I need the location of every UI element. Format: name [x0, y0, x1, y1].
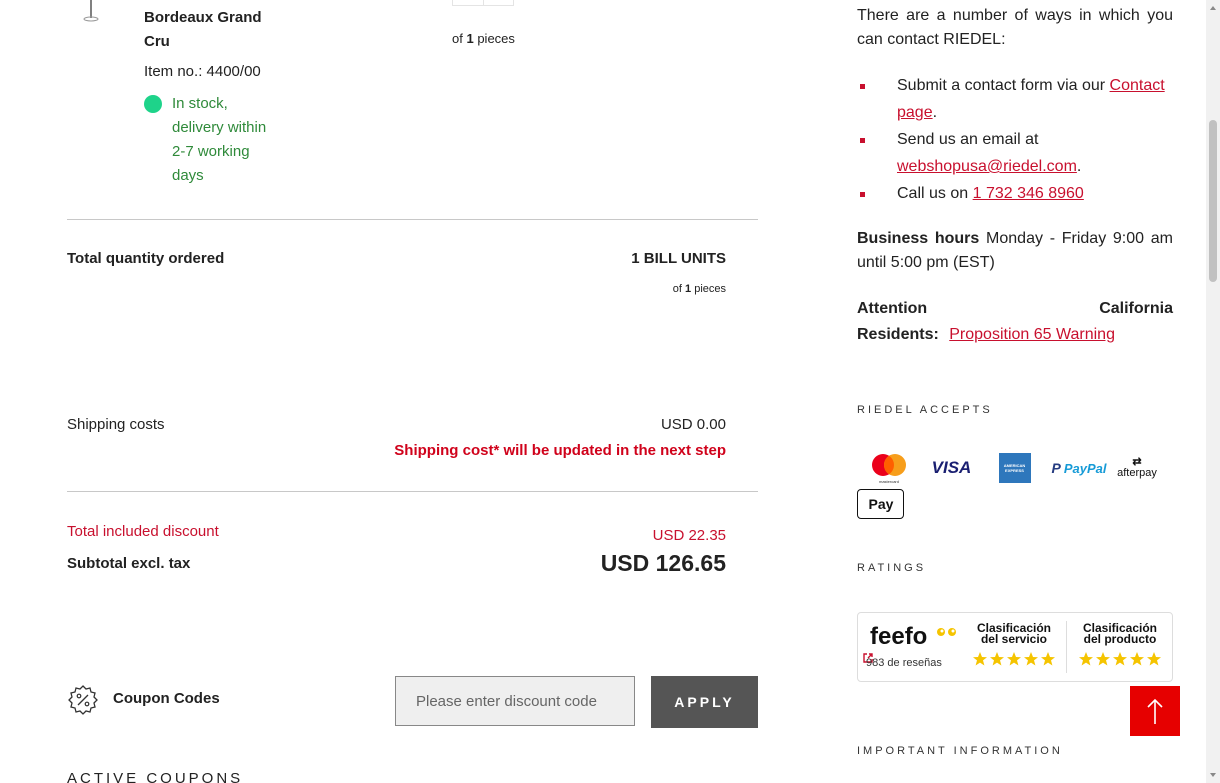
contact-intro: There are a number of ways in which you … [857, 7, 1173, 48]
product-line2: del producto [1083, 632, 1157, 646]
feefo-logo: feefo [870, 623, 928, 650]
tq-pieces-count: 1 [685, 283, 692, 295]
business-hours-label: Business hours [857, 230, 980, 247]
payment-logos: mastercard VISA AMERICAN EXPRESS P PayPa… [857, 448, 1177, 488]
business-hours: Business hours Monday - Friday 9:00 am u… [857, 227, 1173, 275]
scroll-down-arrow-icon[interactable] [1209, 771, 1217, 779]
stock-status-text: In stock, delivery within 2-7 working da… [172, 95, 267, 184]
contact-form-text: Submit a contact form via our [897, 77, 1106, 94]
star-icon [990, 652, 1004, 666]
shipping-value: USD 0.00 [660, 416, 726, 433]
afterpay-arrows-icon: ⇄ [1132, 456, 1142, 468]
shipping-note: Shipping cost* will be updated in the ne… [394, 442, 726, 459]
contact-item-phone: Call us on 1 732 346 8960 [857, 180, 1173, 207]
contact-item-email: Send us an email at webshopusa@riedel.co… [857, 126, 1173, 180]
attention-word: Attention [857, 300, 928, 317]
paypal-logo: P PayPal [1046, 448, 1112, 488]
apply-coupon-button[interactable]: APPLY [651, 676, 758, 728]
feefo-rating-widget[interactable]: feefo 983 de reseñas Clasificación del s… [857, 612, 1173, 682]
contact-item-form: Submit a contact form via our Contact pa… [857, 72, 1173, 126]
wine-glass-image [83, 0, 99, 22]
visa-logo: VISA [920, 448, 983, 488]
pieces-prefix: of [452, 31, 463, 46]
star-icon [1130, 652, 1144, 666]
quantity-stepper[interactable] [452, 0, 514, 6]
feefo-eyes-icon [937, 628, 956, 636]
arrow-up-icon [1147, 698, 1163, 724]
tq-pieces-prefix: of [672, 283, 682, 295]
star-icon [1113, 652, 1127, 666]
discount-value: USD 22.35 [652, 527, 726, 544]
accepts-title: RIEDEL ACCEPTS [857, 404, 993, 416]
active-coupons-title: ACTIVE COUPONS [67, 770, 244, 783]
california-word: California [1099, 300, 1173, 317]
scroll-to-top-button[interactable] [1130, 686, 1180, 736]
tq-pieces-suffix: pieces [694, 283, 726, 295]
star-icon [1096, 652, 1110, 666]
afterpay-text: afterpay [1117, 467, 1157, 479]
product-rating-label: Clasificación del producto [1070, 622, 1170, 646]
service-stars [964, 651, 1064, 667]
email-link[interactable]: webshopusa@riedel.com [897, 158, 1077, 175]
product-name[interactable]: Bordeaux Grand Cru [144, 0, 284, 54]
contact-email-suffix: . [1076, 158, 1082, 175]
star-icon [1079, 652, 1093, 666]
mastercard-logo: mastercard [857, 448, 920, 488]
paypal-text: PayPal [1063, 460, 1107, 476]
product-name-line1: Bordeaux Grand [144, 9, 262, 26]
star-icon [1024, 652, 1038, 666]
star-icon [973, 652, 987, 666]
coupon-percent-icon [68, 685, 98, 715]
california-notice: Attention California Residents: Proposit… [857, 296, 1173, 348]
contact-phone-text: Call us on [897, 185, 969, 202]
total-quantity-pieces: of 1 pieces [673, 283, 726, 295]
subtotal-label: Subtotal excl. tax [67, 555, 191, 572]
service-rating-label: Clasificación del servicio [964, 622, 1064, 646]
star-icon [1007, 652, 1021, 666]
residents-label: Residents: [857, 326, 939, 343]
product-stars [1070, 651, 1170, 667]
scroll-up-arrow-icon[interactable] [1209, 4, 1217, 12]
prop65-link[interactable]: Proposition 65 Warning [949, 326, 1115, 343]
visa-text: VISA [931, 458, 972, 477]
shipping-label: Shipping costs [67, 416, 165, 433]
paypal-p-icon: P [1051, 460, 1061, 476]
discount-code-input[interactable] [395, 676, 635, 726]
coupon-codes-label: Coupon Codes [113, 690, 220, 707]
ratings-title: RATINGS [857, 562, 927, 574]
scrollbar-thumb[interactable] [1209, 120, 1217, 282]
applepay-logo: Pay [857, 489, 904, 519]
divider [1066, 621, 1067, 673]
phone-link[interactable]: 1 732 346 8960 [973, 185, 1084, 202]
star-icon [1147, 652, 1161, 666]
review-count: 983 de reseñas [866, 657, 942, 669]
applepay-text: Pay [868, 496, 894, 512]
item-number: Item no.: 4400/00 [144, 63, 261, 80]
stock-status-icon [144, 95, 162, 113]
subtotal-value: USD 126.65 [600, 550, 726, 576]
amex-text: AMERICAN EXPRESS [1003, 463, 1026, 473]
contact-form-suffix: . [932, 104, 938, 121]
contact-list: Submit a contact form via our Contact pa… [857, 72, 1173, 207]
divider [67, 491, 758, 492]
product-name-line2: Cru [144, 33, 170, 50]
discount-label: Total included discount [67, 523, 219, 540]
star-icon [1041, 652, 1055, 666]
afterpay-logo: ⇄ afterpay [1112, 448, 1162, 488]
item-pieces-note: of 1 pieces [452, 31, 515, 46]
total-quantity-label: Total quantity ordered [67, 250, 225, 267]
amex-logo: AMERICAN EXPRESS [983, 448, 1046, 488]
pieces-suffix: pieces [477, 31, 515, 46]
total-quantity-value: 1 BILL UNITS [631, 250, 726, 267]
pieces-count: 1 [466, 31, 474, 46]
service-line2: del servicio [980, 632, 1048, 646]
contact-email-text: Send us an email at [897, 131, 1039, 148]
page-scrollbar[interactable] [1206, 0, 1220, 783]
important-info-title: IMPORTANT INFORMATION [857, 745, 1063, 757]
divider [67, 219, 758, 220]
svg-text:mastercard: mastercard [878, 479, 898, 484]
